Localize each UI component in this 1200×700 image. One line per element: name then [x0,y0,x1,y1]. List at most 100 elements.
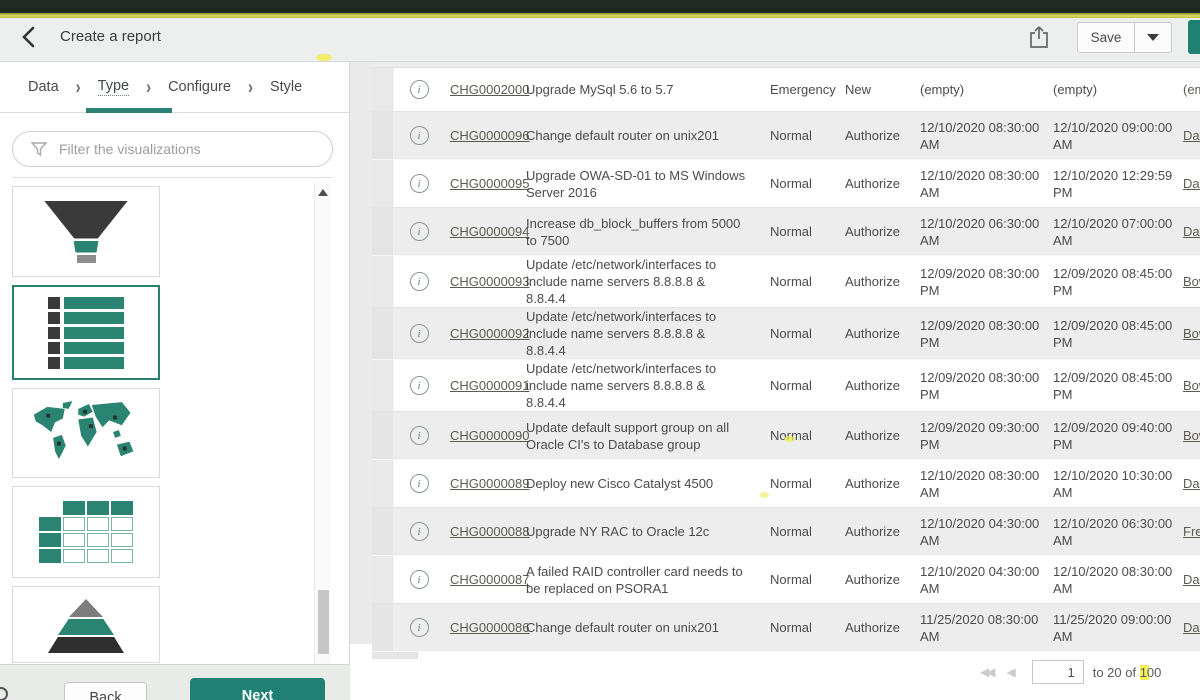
planned-start-date: 12/10/2020 04:30:00 AM [908,508,1047,555]
filter-visualizations-input[interactable] [12,131,333,167]
info-icon[interactable]: i [410,126,429,145]
viz-card-pyramid[interactable] [12,586,160,663]
viz-list-scrollbar[interactable] [314,183,331,664]
state: Authorize [838,508,908,555]
pagination-total: 100 [1140,665,1162,680]
change-number-link[interactable]: CHG0000088 [450,524,530,539]
info-icon[interactable]: i [410,222,429,241]
change-number-link[interactable]: CHG0000092 [450,326,530,341]
priority: Normal [756,308,838,359]
info-icon[interactable]: i [410,426,429,445]
step-style[interactable]: Style [270,79,302,95]
first-page-icon[interactable]: ◀◀ [980,665,992,679]
table-row: i CHG0000087 A failed RAID controller ca… [372,556,1200,604]
assigned-to-link[interactable]: Bow [1183,378,1200,393]
short-description: Update /etc/network/interfaces to includ… [526,256,756,307]
highlight-artifact [760,492,769,498]
back-chevron-icon[interactable] [20,26,38,48]
info-icon[interactable]: i [410,324,429,343]
change-number-link[interactable]: CHG0000091 [450,378,530,393]
planned-start-date: 12/10/2020 08:30:00 AM [908,160,1047,207]
info-icon[interactable]: i [410,80,429,99]
change-number-link[interactable]: CHG0000093 [450,274,530,289]
info-icon[interactable]: i [410,272,429,291]
scroll-up-icon[interactable] [318,189,328,196]
assigned-to-link[interactable]: Dav [1183,476,1200,491]
assigned-to-link[interactable]: Bow [1183,326,1200,341]
pyramid-chart-icon [48,599,124,653]
change-number-link[interactable]: CHG0000096 [450,128,530,143]
assigned-to-link[interactable]: Dav [1183,572,1200,587]
assigned-to-link[interactable]: Dav [1183,176,1200,191]
viz-card-heatmap[interactable] [12,486,160,578]
assigned-to-link[interactable]: Dav [1183,128,1200,143]
state: Authorize [838,412,908,459]
priority: Emergency [756,68,838,111]
assigned-to-link[interactable]: Bow [1183,428,1200,443]
assigned-to-link[interactable]: Bow [1183,274,1200,289]
table-row: i CHG0000093 Update /etc/network/interfa… [372,256,1200,308]
table-row: i CHG0000096 Change default router on un… [372,112,1200,160]
pagination-bar: ◀◀ ◀ to 20 of 100 [980,658,1192,686]
divider [12,177,333,178]
info-icon[interactable]: i [410,618,429,637]
save-dropdown-button[interactable] [1134,22,1172,53]
state: Authorize [838,112,908,159]
chevron-right-icon: › [146,76,151,98]
info-icon[interactable]: i [410,570,429,589]
change-number-link[interactable]: CHG0000094 [450,224,530,239]
short-description: Update /etc/network/interfaces to includ… [526,308,756,359]
change-number-link[interactable]: CHG0000086 [450,620,530,635]
highlight-artifact [784,436,795,442]
previous-page-icon[interactable]: ◀ [1006,665,1015,679]
viz-card-map[interactable] [12,388,160,478]
info-icon[interactable]: i [410,174,429,193]
planned-start-date: 12/10/2020 08:30:00 AM [908,460,1047,507]
share-icon[interactable] [1028,24,1050,50]
save-button[interactable]: Save [1077,22,1135,53]
info-icon[interactable]: i [410,522,429,541]
top-brand-bar [0,0,1200,13]
change-number-link[interactable]: CHG0000090 [450,428,530,443]
viz-card-list[interactable] [12,285,160,380]
assigned-to-link[interactable]: Fre [1183,524,1200,539]
info-icon[interactable]: i [410,376,429,395]
active-step-underline [86,108,172,113]
step-configure[interactable]: Configure [168,79,231,95]
info-icon[interactable]: i [410,474,429,493]
caret-down-icon [1147,34,1159,41]
short-description: Upgrade OWA-SD-01 to MS Windows Server 2… [526,160,756,207]
step-type[interactable]: Type [98,78,129,96]
priority: Normal [756,208,838,255]
viz-card-funnel[interactable] [12,186,160,277]
page-number-input[interactable] [1032,660,1084,684]
funnel-chart-icon [44,201,128,263]
state: Authorize [838,556,908,603]
state: Authorize [838,256,908,307]
assigned-to-link[interactable]: (empty) [1183,82,1200,97]
row-left-strip [372,360,394,411]
panel-table-gutter [350,62,372,644]
scrollbar-thumb[interactable] [318,590,329,654]
priority: Normal [756,508,838,555]
table-row: i CHG0000095 Upgrade OWA-SD-01 to MS Win… [372,160,1200,208]
planned-start-date: 12/10/2020 08:30:00 AM [908,112,1047,159]
change-number-link[interactable]: CHG0000089 [450,476,530,491]
partial-glyph [0,687,8,700]
next-button[interactable]: Next [190,678,325,700]
change-number-link[interactable]: CHG0000095 [450,176,530,191]
step-data[interactable]: Data [28,79,59,95]
change-number-link[interactable]: CHG0000087 [450,572,530,587]
row-left-strip [372,412,394,459]
planned-start-date: 12/09/2020 08:30:00 PM [908,360,1047,411]
back-button[interactable]: Back [64,682,147,700]
chevron-right-icon: › [248,76,253,98]
assigned-to-link[interactable]: Dav [1183,620,1200,635]
assigned-to-link[interactable]: Dav [1183,224,1200,239]
priority: Normal [756,360,838,411]
run-button-partial[interactable] [1188,20,1200,54]
planned-end-date: 12/10/2020 06:30:00 AM [1047,508,1181,555]
priority: Normal [756,556,838,603]
change-number-link[interactable]: CHG0002000 [450,82,530,97]
row-left-strip [372,68,394,111]
